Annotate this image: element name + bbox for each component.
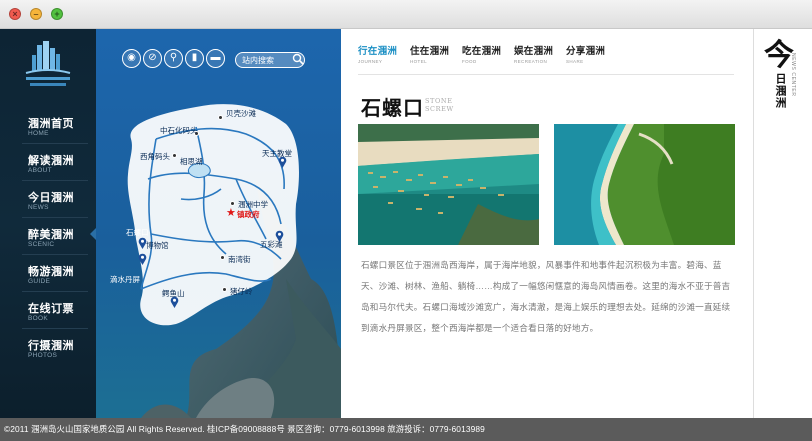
- tab-sublabel: SHARE: [566, 59, 584, 64]
- nav-label: 解读涠洲: [28, 154, 74, 167]
- article-title: 石螺口: [361, 96, 424, 120]
- tab-food[interactable]: 吃在涠洲 FOOD: [462, 43, 501, 64]
- minimize-window-button[interactable]: –: [30, 8, 42, 20]
- tab-label: 吃在涠洲: [462, 46, 502, 57]
- nav-item-home[interactable]: 涠洲首页 HOME: [0, 109, 96, 147]
- camera-icon[interactable]: ◉: [122, 49, 141, 68]
- tab-label: 行在涠洲: [358, 46, 398, 57]
- map-place-label[interactable]: 鳄鱼山: [162, 288, 185, 299]
- nav-label: 醉美涠洲: [28, 228, 74, 241]
- nav-sublabel: GUIDE: [28, 278, 51, 285]
- tab-sublabel: FOOD: [462, 59, 477, 64]
- map-dot: [218, 115, 223, 120]
- nav-divider: [22, 180, 88, 181]
- sidebar-nav: 涠洲首页 HOME 解读涠洲 ABOUT 今日涠洲 NEWS 醉美涠洲 SCEN…: [0, 29, 96, 418]
- map-place-label[interactable]: 相思湖: [180, 156, 203, 167]
- government-star-icon[interactable]: ★: [226, 206, 236, 219]
- tab-hotel[interactable]: 住在涠洲 HOTEL: [410, 43, 449, 64]
- map-dot: [220, 255, 225, 260]
- news-center-title: 日涠洲: [774, 73, 787, 109]
- article-title-en-line: STONE: [425, 97, 453, 105]
- article-body: 石螺口景区位于涠洲岛西海岸，属于海岸地貌，风暴事件和地事件起沉积极为丰富。碧海、…: [361, 260, 731, 333]
- map-place-label[interactable]: 中石化码头: [160, 125, 198, 136]
- tab-share[interactable]: 分享涠洲 SHARE: [566, 43, 605, 64]
- map-place-label[interactable]: 南湾街: [228, 254, 251, 265]
- close-window-button[interactable]: ×: [9, 8, 21, 20]
- nav-sublabel: PHOTOS: [28, 352, 58, 359]
- tab-divider: [358, 74, 734, 75]
- nav-label: 涠洲首页: [28, 117, 74, 130]
- nav-label: 行摄涠洲: [28, 339, 74, 352]
- map-place-label[interactable]: 贝壳沙滩: [226, 108, 256, 119]
- nav-divider: [22, 217, 88, 218]
- news-center-en: NEWS CENTER: [790, 53, 796, 97]
- article-title-en: STONE SCREW: [425, 97, 454, 113]
- sea-background: [96, 29, 341, 418]
- tab-label: 住在涠洲: [410, 46, 450, 57]
- nav-divider: [22, 143, 88, 144]
- title-bar: × – +: [0, 0, 812, 29]
- map-place-label[interactable]: 猪仔岭: [230, 286, 253, 297]
- tab-sublabel: JOURNEY: [358, 59, 383, 64]
- site-footer: ©2011 涠洲岛火山国家地质公园 All Rights Reserved. 桂…: [0, 418, 812, 441]
- nav-label: 今日涠洲: [28, 191, 74, 204]
- hotel-icon[interactable]: ▮: [185, 49, 204, 68]
- nav-item-book[interactable]: 在线订票 BOOK: [0, 294, 96, 332]
- nav-sublabel: SCENIC: [28, 241, 55, 248]
- tab-sublabel: HOTEL: [410, 59, 428, 64]
- nav-sublabel: NEWS: [28, 204, 49, 211]
- map-place-label[interactable]: 镇政府: [237, 209, 260, 220]
- nav-label: 在线订票: [28, 302, 74, 315]
- nav-item-photos[interactable]: 行摄涠洲 PHOTOS: [0, 331, 96, 369]
- news-center-panel[interactable]: 今 日涠洲 NEWS CENTER: [753, 29, 812, 418]
- tab-journey[interactable]: 行在涠洲 JOURNEY: [358, 43, 397, 64]
- scenic-photo-boats[interactable]: [358, 124, 539, 245]
- search-icon[interactable]: [292, 53, 304, 65]
- nav-sublabel: HOME: [28, 130, 49, 137]
- map-place-label[interactable]: 博物馆: [146, 240, 169, 251]
- nav-item-guide[interactable]: 畅游涠洲 GUIDE: [0, 257, 96, 295]
- nav-label: 畅游涠洲: [28, 265, 74, 278]
- nav-item-news[interactable]: 今日涠洲 NEWS: [0, 183, 96, 221]
- article-title-en-line: SCREW: [425, 105, 454, 113]
- car-icon[interactable]: ▬: [206, 49, 225, 68]
- map-pin-icon[interactable]: [138, 252, 147, 265]
- nav-divider: [22, 291, 88, 292]
- map-place-label[interactable]: 五彩滩: [260, 239, 283, 250]
- food-icon[interactable]: ⚲: [164, 49, 183, 68]
- tab-label: 娱在涠洲: [514, 46, 554, 57]
- nav-divider: [22, 254, 88, 255]
- map-dot: [222, 287, 227, 292]
- scenic-photo-beach[interactable]: [554, 124, 735, 245]
- nav-sublabel: BOOK: [28, 315, 48, 322]
- tab-sublabel: RECREATION: [514, 59, 548, 64]
- nav-item-about[interactable]: 解读涠洲 ABOUT: [0, 146, 96, 184]
- compass-icon[interactable]: ⊘: [143, 49, 162, 68]
- web-page: 涠洲首页 HOME 解读涠洲 ABOUT 今日涠洲 NEWS 醉美涠洲 SCEN…: [0, 29, 812, 418]
- map-place-label[interactable]: 天主教堂: [262, 148, 292, 159]
- map-place-label[interactable]: 西角码头: [140, 151, 170, 162]
- nav-divider: [22, 328, 88, 329]
- main-content: 行在涠洲 JOURNEY 住在涠洲 HOTEL 吃在涠洲 FOOD 娱在涠洲 R…: [341, 29, 753, 418]
- tab-label: 分享涠洲: [566, 46, 606, 57]
- nav-item-scenic[interactable]: 醉美涠洲 SCENIC: [0, 220, 96, 258]
- tab-recreation[interactable]: 娱在涠洲 RECREATION: [514, 43, 553, 64]
- site-logo[interactable]: [20, 39, 76, 91]
- map-place-label[interactable]: 滴水丹屏: [110, 274, 140, 285]
- island-map-panel: ◉ ⊘ ⚲ ▮ ▬ 贝壳沙滩 中石化码头 西角码头 滴水丹屏 相思湖: [96, 29, 341, 418]
- browser-window: × – + 涠洲首页 HOME 解读涠洲 ABOUT 今日涠洲 NEWS 醉美涠…: [0, 0, 812, 441]
- maximize-window-button[interactable]: +: [51, 8, 63, 20]
- nav-sublabel: ABOUT: [28, 167, 52, 174]
- map-dot: [172, 153, 177, 158]
